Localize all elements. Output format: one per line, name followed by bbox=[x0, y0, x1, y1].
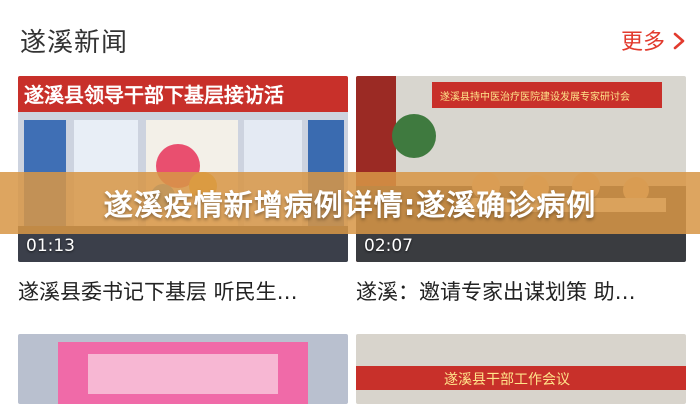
video-thumbnail[interactable] bbox=[18, 334, 348, 404]
video-duration: 02:07 bbox=[364, 236, 413, 256]
scene-banner-text: 遂溪县干部工作会议 bbox=[444, 372, 570, 388]
video-caption[interactable]: 遂溪县委书记下基层 听民生… bbox=[18, 276, 348, 306]
scene-banner-text: 遂溪县领导干部下基层接访活 bbox=[24, 83, 284, 107]
video-card[interactable]: 遂溪县干部工作会议 bbox=[356, 334, 686, 404]
video-card[interactable] bbox=[18, 334, 348, 404]
more-link[interactable]: 更多 bbox=[621, 24, 686, 56]
section-header: 遂溪新闻 更多 bbox=[0, 0, 700, 76]
scene-banner-text: 遂溪县持中医治疗医院建设发展专家研讨会 bbox=[440, 90, 630, 103]
banner-text: 遂溪疫情新增病例详情:遂溪确诊病例 bbox=[103, 188, 597, 222]
section-title: 遂溪新闻 bbox=[20, 28, 129, 58]
video-duration: 01:13 bbox=[26, 236, 75, 256]
video-caption[interactable]: 遂溪：邀请专家出谋划策 助… bbox=[356, 276, 686, 306]
overlay-banner: 遂溪疫情新增病例详情:遂溪确诊病例 bbox=[0, 172, 700, 234]
video-thumbnail[interactable]: 遂溪县领导干部下基层接访活 01:13 bbox=[18, 76, 348, 262]
chevron-right-icon bbox=[672, 30, 686, 55]
video-thumbnail[interactable]: 遂溪县持中医治疗医院建设发展专家研讨会 02:07 bbox=[356, 76, 686, 262]
more-label: 更多 bbox=[620, 30, 665, 55]
video-thumbnail[interactable]: 遂溪县干部工作会议 bbox=[356, 334, 686, 404]
